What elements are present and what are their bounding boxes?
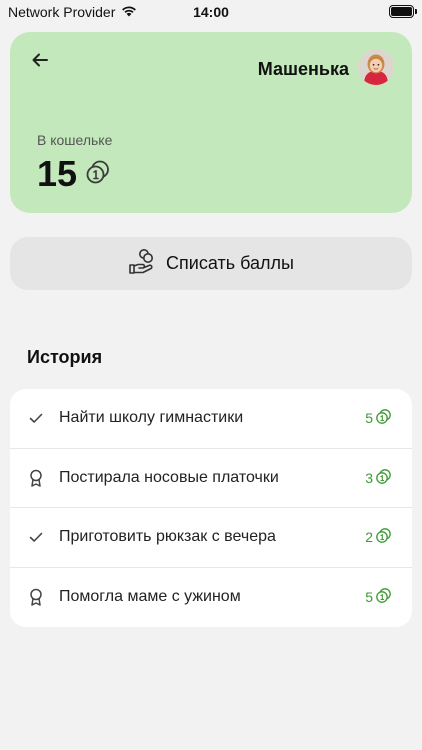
screen: Network Provider 14:00 Машенька В кошель… — [0, 0, 422, 750]
user-name: Машенька — [257, 59, 349, 79]
wallet-balance: 15 — [37, 154, 111, 194]
wallet-label: В кошельке — [37, 132, 113, 148]
history-item-label: Постирала носовые платочки — [59, 468, 279, 486]
coin-icon — [375, 468, 392, 488]
history-list: Найти школу гимнастики 5 Постирала носов… — [10, 389, 412, 627]
history-item-label: Приготовить рюкзак с вечера — [59, 528, 276, 546]
history-item[interactable]: Найти школу гимнастики 5 — [10, 389, 412, 449]
coin-icon — [375, 527, 392, 547]
points-value: 2 — [365, 529, 373, 546]
history-item-label: Помогла маме с ужином — [59, 588, 241, 606]
history-item-points: 5 — [365, 587, 392, 607]
award-icon — [26, 468, 46, 488]
history-item-label: Найти школу гимнастики — [59, 409, 244, 427]
wallet-card: Машенька В кошельке 15 — [10, 32, 412, 213]
history-title: История — [27, 347, 103, 367]
points-value: 5 — [365, 410, 373, 427]
hand-coins-icon — [128, 248, 156, 279]
history-item-points: 2 — [365, 527, 392, 547]
withdraw-label: Списать баллы — [166, 253, 294, 273]
coin-icon — [375, 408, 392, 428]
arrow-left-icon — [30, 50, 50, 75]
history-item-points: 3 — [365, 468, 392, 488]
battery-icon — [389, 5, 417, 18]
award-icon — [26, 587, 46, 607]
status-bar: Network Provider 14:00 — [0, 0, 422, 24]
back-button[interactable] — [28, 50, 52, 74]
points-value: 3 — [365, 469, 373, 486]
coin-icon — [85, 159, 111, 190]
withdraw-points-button[interactable]: Списать баллы — [10, 237, 412, 290]
wallet-amount: 15 — [37, 153, 78, 194]
history-item[interactable]: Постирала носовые платочки 3 — [10, 449, 412, 508]
check-icon — [26, 527, 46, 547]
check-icon — [26, 408, 46, 428]
clock: 14:00 — [193, 4, 229, 20]
coin-icon — [375, 587, 392, 607]
points-value: 5 — [365, 589, 373, 606]
history-item[interactable]: Помогла маме с ужином 5 — [10, 568, 412, 628]
history-item[interactable]: Приготовить рюкзак с вечера 2 — [10, 508, 412, 568]
avatar[interactable] — [358, 49, 394, 85]
history-item-points: 5 — [365, 408, 392, 428]
